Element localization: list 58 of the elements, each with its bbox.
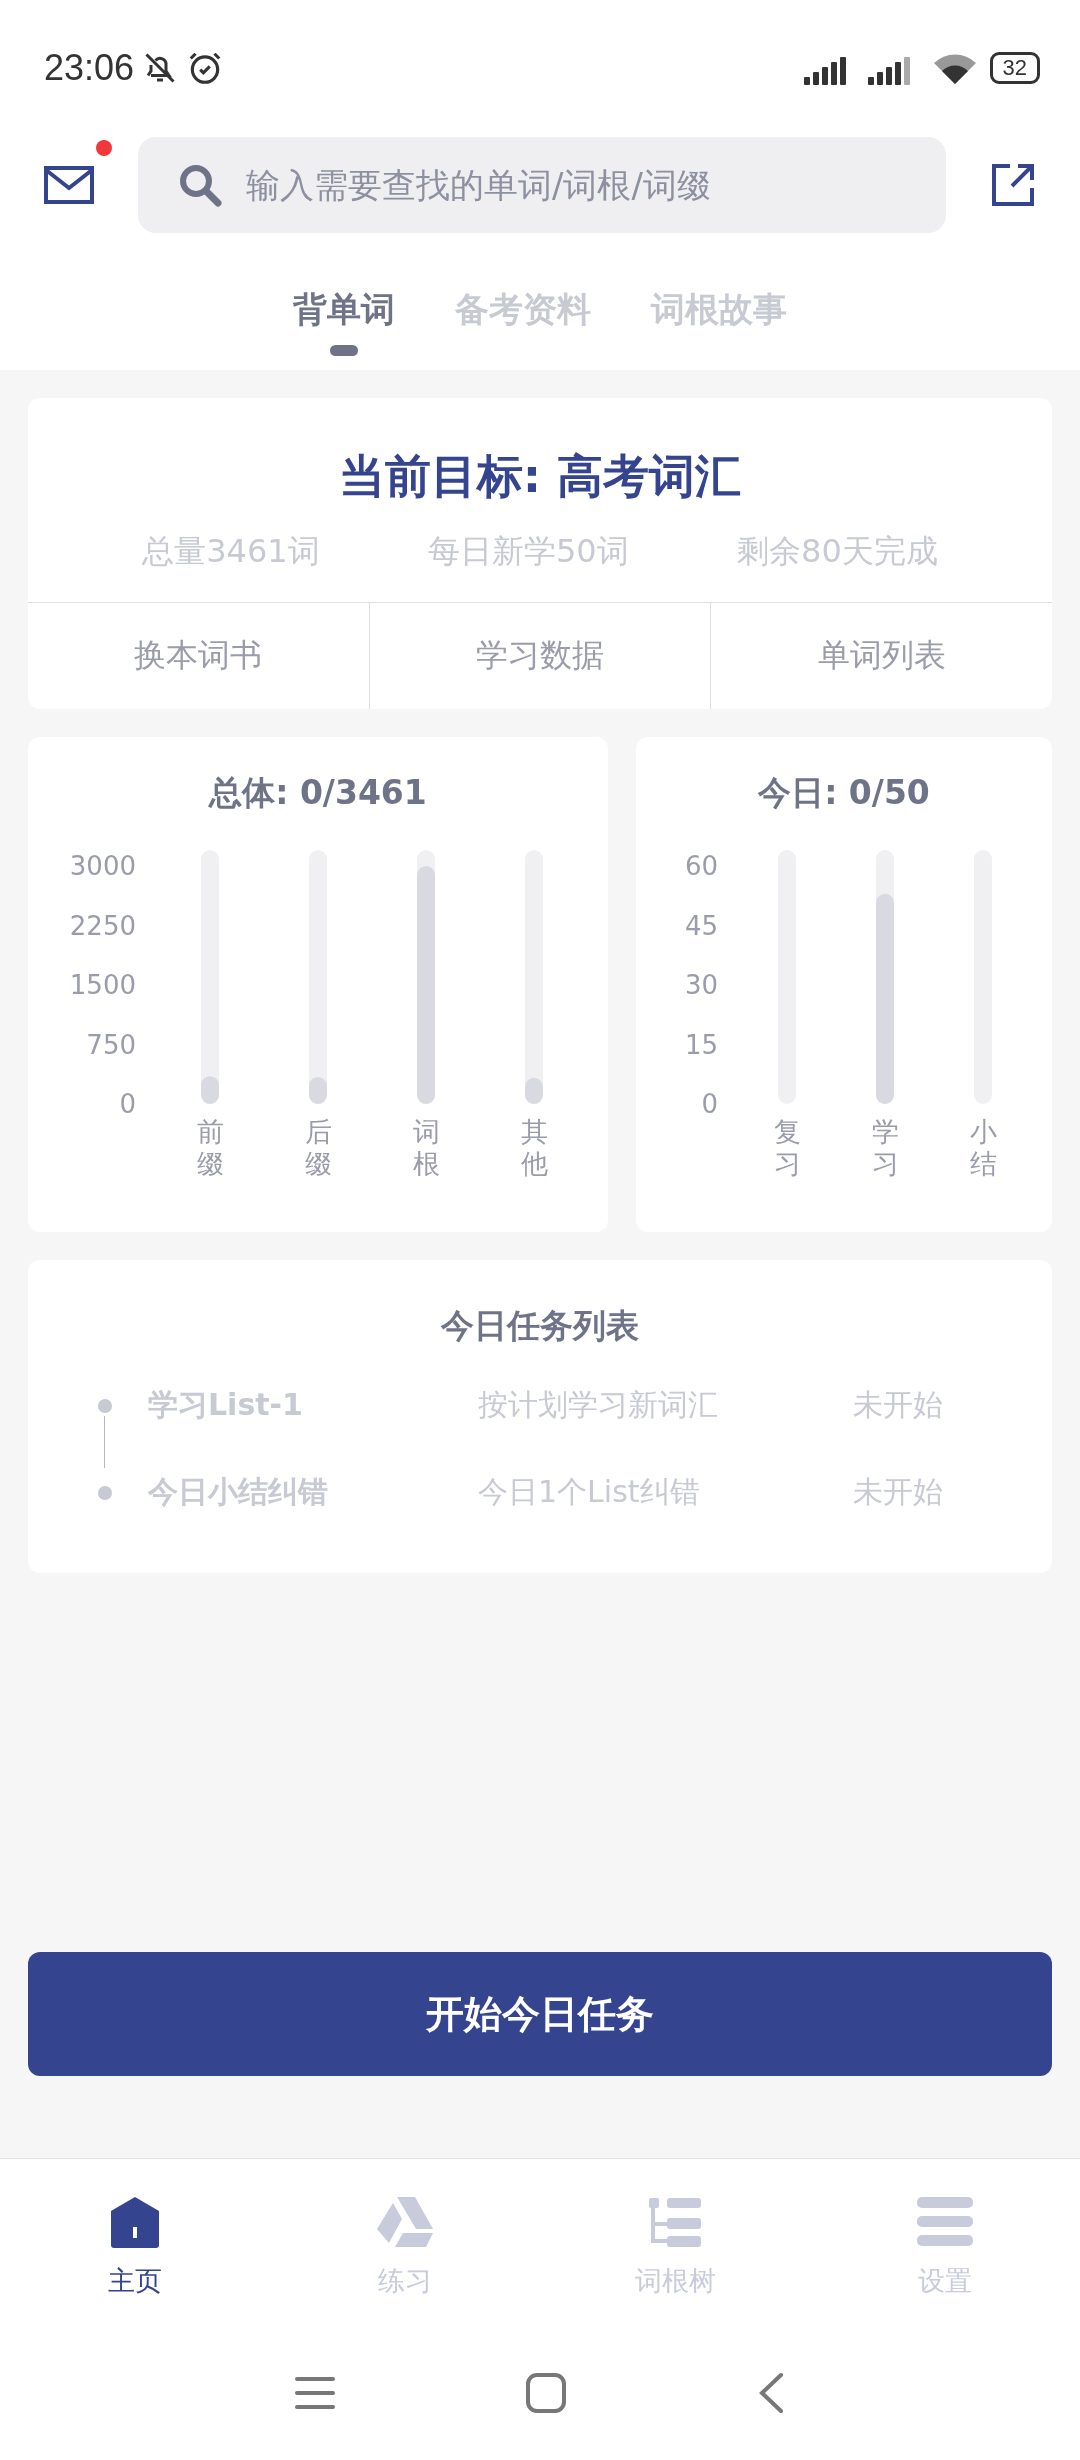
category-label: 学习 <box>871 1116 899 1181</box>
tree-list-icon <box>647 2195 703 2249</box>
task-status: 未开始 <box>853 1473 943 1511</box>
category-label: 前缀 <box>196 1116 224 1181</box>
share-icon[interactable] <box>990 162 1036 208</box>
axis-tick-label: 60 <box>684 851 718 881</box>
axis-tick-label: 3000 <box>69 851 136 881</box>
chart-title: 今日: 0/50 <box>757 772 931 814</box>
tab[interactable]: 备考资料 <box>455 287 591 356</box>
task-description: 今日1个List纠错 <box>478 1473 701 1511</box>
triangle-icon <box>375 2195 435 2249</box>
search-field[interactable]: 输入需要查找的单词/词根/词缀 <box>138 137 946 233</box>
search-icon <box>178 163 222 207</box>
nav-tab[interactable]: 主页 <box>0 2159 270 2335</box>
search-input[interactable]: 输入需要查找的单词/词根/词缀 <box>244 164 906 206</box>
timeline-line <box>104 1416 105 1468</box>
tab[interactable]: 词根故事 <box>651 287 787 356</box>
nav-tab[interactable]: 设置 <box>810 2159 1080 2335</box>
task-name: 今日小结纠错 <box>148 1473 329 1511</box>
nav-tab[interactable]: 练习 <box>270 2159 540 2335</box>
task-description: 按计划学习新词汇 <box>478 1386 719 1424</box>
axis-tick-label: 750 <box>86 1029 136 1060</box>
task-list-title: 今日任务列表 <box>440 1305 640 1347</box>
action-button[interactable]: 换本词书 <box>28 603 369 709</box>
task-status: 未开始 <box>853 1386 943 1424</box>
menu-icon <box>916 2195 974 2249</box>
category-label: 其他 <box>520 1116 548 1181</box>
back-icon[interactable] <box>757 2371 785 2414</box>
battery-indicator: 32 <box>989 51 1040 84</box>
start-task-button[interactable]: 开始今日任务 <box>28 1952 1052 2076</box>
goal-stat: 总量3461词 <box>142 531 320 572</box>
axis-tick-label: 2250 <box>69 910 136 941</box>
goal-title: 当前目标: 高考词汇 <box>337 448 743 505</box>
tab[interactable]: 背单词 <box>293 287 395 356</box>
axis-tick-label: 45 <box>684 910 718 941</box>
goal-stat: 剩余80天完成 <box>737 531 938 572</box>
axis-tick-label: 15 <box>684 1029 718 1060</box>
nav-tab[interactable]: 词根树 <box>540 2159 810 2335</box>
chart-title: 总体: 0/3461 <box>207 772 428 814</box>
timeline-dot <box>98 1485 112 1500</box>
axis-tick-label: 1500 <box>69 970 136 1000</box>
task-name: 学习List-1 <box>148 1386 304 1424</box>
timeline-dot <box>98 1398 112 1413</box>
axis-tick-label: 0 <box>119 1089 136 1116</box>
status-time: 23:06 <box>44 46 135 89</box>
category-label: 词根 <box>412 1116 440 1181</box>
action-button[interactable]: 单词列表 <box>710 603 1052 709</box>
axis-tick-label: 30 <box>684 970 718 1000</box>
category-label: 小结 <box>969 1116 997 1181</box>
category-label: 复习 <box>773 1116 801 1181</box>
goal-stat: 每日新学50词 <box>428 531 629 572</box>
bar <box>309 1077 327 1104</box>
action-button[interactable]: 学习数据 <box>368 603 711 709</box>
menu-icon[interactable] <box>295 2374 335 2411</box>
home-square-icon[interactable] <box>525 2371 567 2414</box>
category-label: 后缀 <box>304 1116 332 1181</box>
axis-tick-label: 0 <box>701 1089 718 1116</box>
mail-icon[interactable] <box>44 166 94 204</box>
